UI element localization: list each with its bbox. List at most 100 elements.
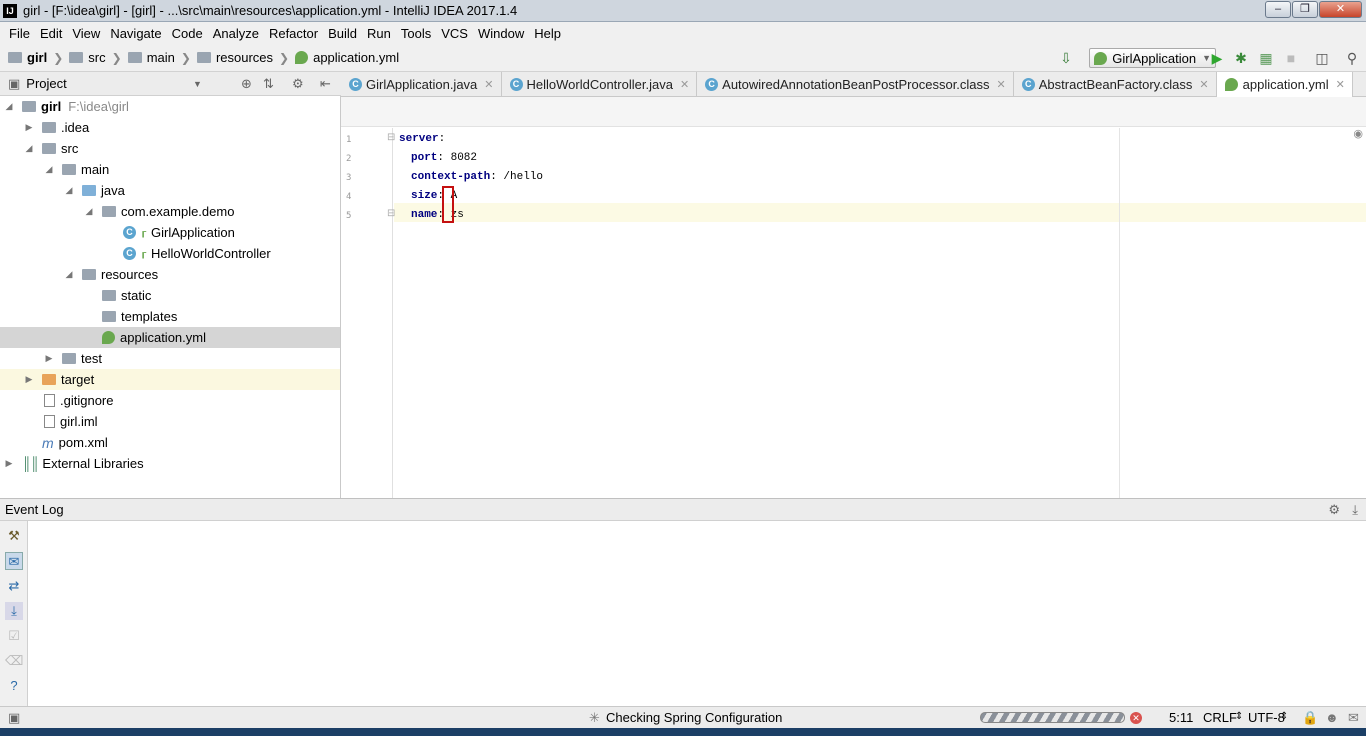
locate-icon[interactable]: ⊕: [241, 76, 252, 92]
event-log-content[interactable]: [28, 521, 1366, 706]
tab-application-yml[interactable]: application.yml ✕: [1216, 72, 1353, 97]
tree-item[interactable]: ◢ src: [0, 138, 340, 159]
tab-autowired-processor[interactable]: C AutowiredAnnotationBeanPostProcessor.c…: [697, 72, 1014, 97]
tab-abstract-bean-factory[interactable]: C AbstractBeanFactory.class ✕: [1014, 72, 1217, 97]
menu-analyze[interactable]: Analyze: [208, 26, 264, 41]
tab-girl-application[interactable]: C GirlApplication.java ✕: [341, 72, 502, 97]
tree-item[interactable]: ▶ target: [0, 369, 340, 390]
tree-item[interactable]: m pom.xml: [0, 432, 340, 453]
tree-item[interactable]: ◢ main: [0, 159, 340, 180]
collapsed-arrow-icon[interactable]: ▶: [44, 353, 54, 364]
menu-edit[interactable]: Edit: [35, 26, 67, 41]
menu-file[interactable]: File: [4, 26, 35, 41]
hide-icon[interactable]: ⇤: [320, 76, 331, 92]
project-view-select[interactable]: Project: [26, 76, 66, 91]
expanded-arrow-icon[interactable]: ◢: [84, 206, 94, 217]
collapse-icon[interactable]: ⇅: [263, 76, 274, 92]
class-icon: C: [705, 78, 719, 91]
menu-vcs[interactable]: VCS: [436, 26, 473, 41]
tree-item[interactable]: C ┎ GirlApplication: [0, 222, 340, 243]
menu-view[interactable]: View: [67, 26, 105, 41]
fold-icon[interactable]: ⊟: [387, 132, 395, 143]
eye-icon[interactable]: ◉: [1353, 127, 1363, 140]
breadcrumb-item[interactable]: src: [88, 50, 105, 65]
menu-help[interactable]: Help: [529, 26, 566, 41]
chevron-down-icon[interactable]: ▼: [193, 79, 202, 89]
run-configuration-select[interactable]: GirlApplication ▼: [1089, 48, 1216, 68]
code-editor[interactable]: ◉ 1 2 3 4 5 ⊟ ⊟ server: port: 8082 conte…: [341, 97, 1366, 498]
debug-icon[interactable]: ✱: [1233, 50, 1249, 66]
mark-read-icon[interactable]: ☑: [5, 627, 23, 645]
event-log-header: Event Log ⚙ ⤓: [0, 498, 1366, 521]
fold-icon[interactable]: ⊟: [387, 208, 395, 219]
tree-item-selected[interactable]: application.yml: [0, 327, 340, 348]
menu-tools[interactable]: Tools: [396, 26, 436, 41]
hide-panel-icon[interactable]: ⤓: [1352, 502, 1358, 518]
breadcrumb-item[interactable]: main: [147, 50, 175, 65]
expanded-arrow-icon[interactable]: ◢: [64, 269, 74, 280]
inspector-icon[interactable]: ☻: [1325, 710, 1339, 725]
expanded-arrow-icon[interactable]: ◢: [24, 143, 34, 154]
menu-refactor[interactable]: Refactor: [264, 26, 323, 41]
collapsed-arrow-icon[interactable]: ▶: [24, 122, 34, 133]
tree-item[interactable]: ▶ ║║ External Libraries: [0, 453, 340, 474]
scroll-to-end-icon[interactable]: ⤓: [5, 602, 23, 620]
line-gutter[interactable]: 1 2 3 4 5 ⊟ ⊟: [341, 128, 395, 498]
cancel-icon[interactable]: ✕: [1130, 712, 1142, 724]
tree-item[interactable]: ◢ resources: [0, 264, 340, 285]
collapsed-arrow-icon[interactable]: ▶: [24, 374, 34, 385]
expanded-arrow-icon[interactable]: ◢: [64, 185, 74, 196]
coverage-icon[interactable]: ▦: [1258, 50, 1274, 66]
gear-icon[interactable]: ⚙: [1328, 502, 1340, 518]
menu-window[interactable]: Window: [473, 26, 529, 41]
build-icon[interactable]: ⇩: [1058, 50, 1074, 66]
tree-item[interactable]: ▶ .idea: [0, 117, 340, 138]
close-icon[interactable]: ✕: [997, 78, 1006, 91]
close-icon[interactable]: ✕: [1336, 78, 1345, 91]
status-message[interactable]: Checking Spring Configuration: [606, 710, 782, 725]
tree-item[interactable]: ◢ java: [0, 180, 340, 201]
menu-build[interactable]: Build: [323, 26, 362, 41]
tree-item[interactable]: static: [0, 285, 340, 306]
stop-icon[interactable]: ■: [1283, 50, 1299, 66]
collapsed-arrow-icon[interactable]: ▶: [4, 458, 14, 469]
minimize-button[interactable]: –: [1265, 1, 1291, 18]
tree-item[interactable]: ◢ com.example.demo: [0, 201, 340, 222]
tab-label: AbstractBeanFactory.class: [1038, 77, 1193, 92]
breadcrumb-item[interactable]: resources: [216, 50, 273, 65]
lock-icon[interactable]: 🔒: [1302, 710, 1318, 726]
close-button[interactable]: ✕: [1319, 1, 1362, 18]
tree-item[interactable]: girl.iml: [0, 411, 340, 432]
clear-icon[interactable]: ⌫: [5, 652, 23, 670]
tool-window-toggle-icon[interactable]: ▣: [8, 710, 20, 726]
run-icon[interactable]: ▶: [1209, 50, 1225, 66]
menu-navigate[interactable]: Navigate: [105, 26, 166, 41]
project-structure-icon[interactable]: ◫: [1314, 50, 1330, 66]
tree-item[interactable]: C ┎ HelloWorldController: [0, 243, 340, 264]
close-icon[interactable]: ✕: [1199, 78, 1208, 91]
help-icon[interactable]: ?: [5, 677, 23, 695]
expanded-arrow-icon[interactable]: ◢: [44, 164, 54, 175]
event-icon[interactable]: ✉: [1348, 710, 1359, 726]
menu-code[interactable]: Code: [167, 26, 208, 41]
line-separator[interactable]: CRLF: [1203, 710, 1237, 725]
search-icon[interactable]: ⚲: [1344, 50, 1360, 66]
tree-item[interactable]: templates: [0, 306, 340, 327]
maximize-button[interactable]: ❐: [1292, 1, 1318, 18]
settings-icon[interactable]: ⚒: [5, 527, 23, 545]
close-icon[interactable]: ✕: [680, 78, 689, 91]
tree-item[interactable]: .gitignore: [0, 390, 340, 411]
caret-position[interactable]: 5:11: [1169, 710, 1193, 725]
chevron-right-icon: ❯: [111, 50, 122, 65]
tree-item-root[interactable]: ◢ girl F:\idea\girl: [0, 96, 340, 117]
menu-run[interactable]: Run: [362, 26, 396, 41]
breadcrumb-item[interactable]: girl: [27, 50, 47, 65]
tab-hello-world-controller[interactable]: C HelloWorldController.java ✕: [502, 72, 698, 97]
soft-wrap-icon[interactable]: ⇄: [5, 577, 23, 595]
breadcrumb-item[interactable]: application.yml: [313, 50, 399, 65]
close-icon[interactable]: ✕: [484, 78, 493, 91]
gear-icon[interactable]: ⚙: [292, 76, 304, 92]
tree-item[interactable]: ▶ test: [0, 348, 340, 369]
show-balloons-icon[interactable]: ✉: [5, 552, 23, 570]
expanded-arrow-icon[interactable]: ◢: [4, 101, 14, 112]
